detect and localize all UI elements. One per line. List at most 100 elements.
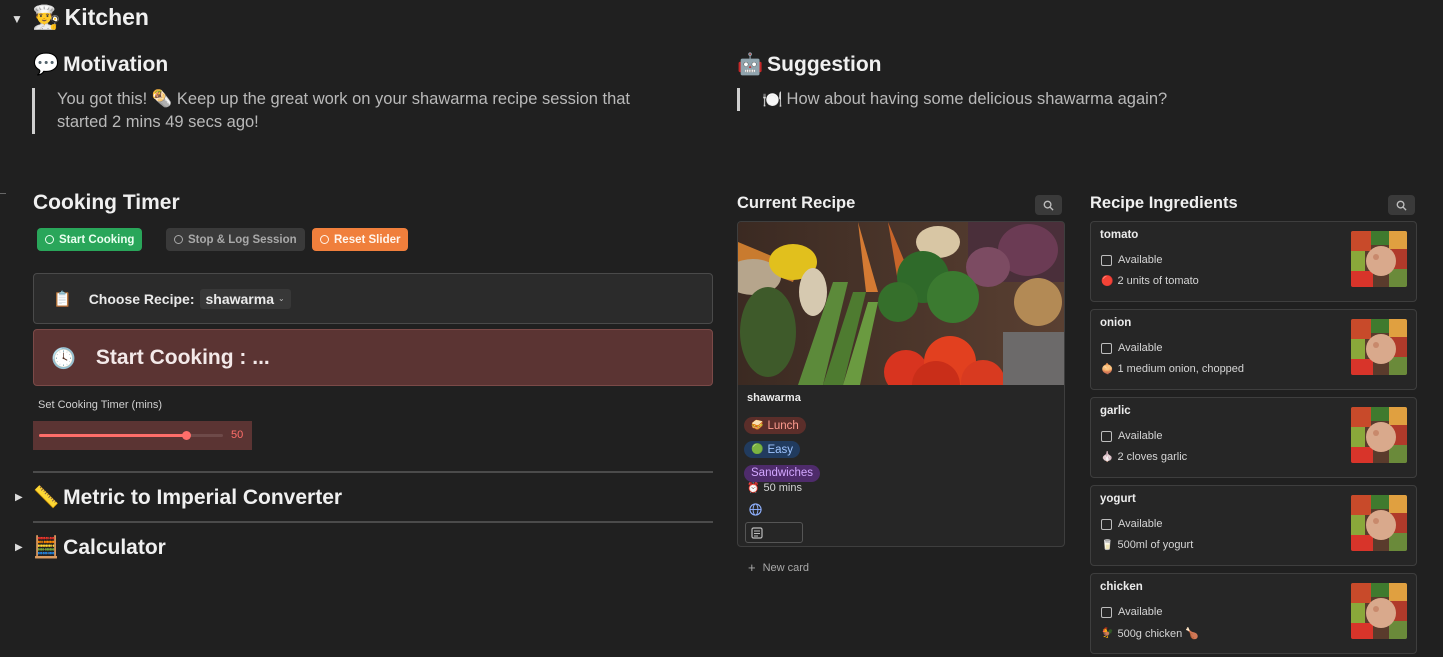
- ingredient-quantity: 🔴 2 units of tomato: [1101, 275, 1199, 287]
- cooking-timer-slider[interactable]: 50: [33, 421, 252, 450]
- calculator-toggle[interactable]: ▶: [15, 542, 23, 553]
- ingredient-card[interactable]: tomato Available 🔴 2 units of tomato: [1090, 221, 1417, 302]
- ingredient-name: tomato: [1100, 229, 1139, 241]
- vegetables-thumbnail-image: [1351, 495, 1407, 551]
- start-cooking-callout: 🕓 Start Cooking : ...: [33, 329, 713, 386]
- converter-title: Metric to Imperial Converter: [63, 485, 343, 509]
- converter-heading[interactable]: 📏 Metric to Imperial Converter: [33, 485, 342, 510]
- availability-label: Available: [1118, 430, 1163, 442]
- slider-thumb[interactable]: [182, 431, 192, 440]
- ingredient-name: onion: [1100, 317, 1132, 329]
- choose-recipe-label: Choose Recipe:: [88, 290, 195, 307]
- plus-icon: +: [748, 560, 756, 575]
- vegetables-image: [738, 222, 1064, 385]
- ingredient-icon: 🔴: [1101, 275, 1114, 287]
- vegetables-thumbnail-image: [1351, 583, 1407, 639]
- abacus-icon: 🧮: [33, 535, 60, 559]
- availability-checkbox-row[interactable]: Available: [1101, 254, 1162, 266]
- converter-toggle[interactable]: ▶: [15, 492, 23, 503]
- start-cooking-status: Start Cooking : ...: [95, 345, 270, 369]
- stop-log-session-button[interactable]: Stop & Log Session: [166, 228, 305, 251]
- alarm-clock-icon: ⏰: [747, 482, 760, 494]
- divider: [33, 471, 713, 473]
- suggestion-title: Suggestion: [767, 52, 882, 76]
- availability-checkbox[interactable]: [1101, 518, 1112, 530]
- vegetables-thumbnail-image: [1351, 407, 1407, 463]
- ingredient-icon: 🧅: [1101, 363, 1114, 375]
- recipe-tag: Sandwiches: [744, 464, 821, 482]
- start-cooking-button[interactable]: Start Cooking: [37, 228, 143, 251]
- availability-label: Available: [1118, 606, 1163, 618]
- motivation-quote: You got this! 🌯 Keep up the great work o…: [32, 88, 712, 134]
- ingredient-quantity: 🥛 500ml of yogurt: [1101, 539, 1193, 551]
- page-title: 👨‍🍳 Kitchen: [32, 4, 149, 31]
- recipe-tag: 🟢 Easy: [744, 441, 801, 458]
- recipe-card[interactable]: shawarma 🥪 Lunch 🟢 Easy Sandwiches ⏰ 50 mins: [737, 221, 1065, 547]
- calculator-title: Calculator: [63, 535, 166, 559]
- availability-checkbox-row[interactable]: Available: [1101, 606, 1162, 618]
- document-icon: [751, 527, 763, 539]
- robot-icon: 🤖: [737, 52, 764, 76]
- availability-checkbox[interactable]: [1101, 606, 1112, 618]
- ingredient-quantity-text: 2 units of tomato: [1117, 275, 1199, 287]
- recipe-card-name: shawarma: [747, 392, 801, 404]
- ingredient-quantity: 🐓 500g chicken 🍗: [1101, 627, 1199, 640]
- ingredient-icon: 🥛: [1101, 539, 1114, 551]
- ingredient-quantity-text: 500ml of yogurt: [1117, 539, 1194, 551]
- chef-icon: 👨‍🍳: [32, 5, 61, 31]
- suggestion-heading: 🤖 Suggestion: [737, 52, 882, 77]
- recipe-select-value: shawarma: [205, 290, 274, 307]
- ingredient-card[interactable]: garlic Available 🧄 2 cloves garlic: [1090, 397, 1417, 478]
- availability-checkbox-row[interactable]: Available: [1101, 518, 1162, 530]
- recipe-time-value: 50 mins: [763, 482, 802, 494]
- search-icon: [1043, 200, 1054, 211]
- ingredient-icon: 🧄: [1101, 451, 1114, 463]
- calculator-heading[interactable]: 🧮 Calculator: [33, 535, 166, 560]
- ingredient-card[interactable]: chicken Available 🐓 500g chicken 🍗: [1090, 573, 1417, 654]
- availability-checkbox[interactable]: [1101, 342, 1112, 354]
- ingredient-quantity: 🧄 2 cloves garlic: [1101, 451, 1187, 463]
- start-cycle-icon: [45, 235, 54, 244]
- ingredient-card[interactable]: onion Available 🧅 1 medium onion, chopped: [1090, 309, 1417, 390]
- search-icon: [1396, 200, 1407, 211]
- choose-recipe-callout: 📋 Choose Recipe: shawarma ⌄: [33, 273, 713, 324]
- vegetables-thumbnail-image: [1351, 319, 1407, 375]
- ingredients-search-button[interactable]: [1388, 195, 1415, 215]
- reset-cycle-icon: [320, 235, 329, 244]
- start-cooking-label: Start Cooking: [59, 233, 135, 246]
- availability-checkbox-row[interactable]: Available: [1101, 430, 1162, 442]
- recipe-tag: 🥪 Lunch: [744, 417, 806, 434]
- recipe-time: ⏰ 50 mins: [747, 482, 802, 494]
- reset-slider-button[interactable]: Reset Slider: [312, 228, 409, 251]
- availability-label: Available: [1118, 518, 1163, 530]
- recipe-ingredients-title: Recipe Ingredients: [1090, 194, 1238, 212]
- ruler-icon: 📏: [33, 485, 60, 509]
- globe-icon[interactable]: [749, 503, 762, 516]
- ingredient-thumbnail: [1351, 407, 1407, 463]
- ingredient-thumbnail: [1351, 231, 1407, 287]
- tag-icon: 🥪: [751, 420, 764, 431]
- recipe-page-field[interactable]: [745, 522, 803, 543]
- recipe-select[interactable]: shawarma ⌄: [199, 288, 291, 309]
- new-card-label: New card: [762, 561, 810, 574]
- ingredient-name: yogurt: [1100, 493, 1136, 505]
- availability-label: Available: [1118, 342, 1163, 354]
- availability-checkbox[interactable]: [1101, 254, 1112, 266]
- speech-bubble-icon: 💬: [33, 52, 60, 76]
- ingredient-thumbnail: [1351, 583, 1407, 639]
- ingredient-quantity: 🧅 1 medium onion, chopped: [1101, 363, 1244, 375]
- slider-fill: [39, 434, 187, 437]
- slider-label: Set Cooking Timer (mins): [38, 399, 163, 411]
- availability-checkbox-row[interactable]: Available: [1101, 342, 1162, 354]
- slider-value: 50: [231, 429, 244, 441]
- ingredient-card[interactable]: yogurt Available 🥛 500ml of yogurt: [1090, 485, 1417, 566]
- availability-checkbox[interactable]: [1101, 430, 1112, 442]
- recipe-search-button[interactable]: [1035, 195, 1062, 215]
- current-recipe-title: Current Recipe: [737, 194, 856, 212]
- kitchen-toggle[interactable]: ▼: [11, 12, 23, 26]
- vegetables-thumbnail-image: [1351, 231, 1407, 287]
- availability-label: Available: [1118, 254, 1163, 266]
- tag-label: Lunch: [767, 419, 799, 432]
- new-card-button[interactable]: + New card: [748, 560, 809, 575]
- page-title-text: Kitchen: [64, 4, 149, 30]
